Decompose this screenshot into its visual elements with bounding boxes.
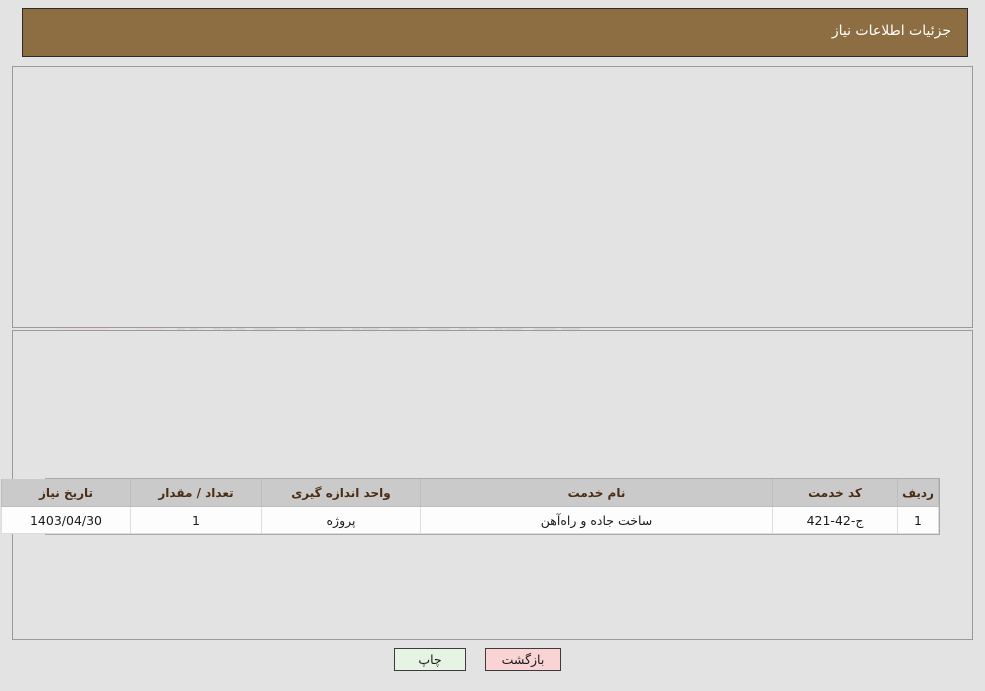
services-table: ردیف کد خدمت نام خدمت واحد اندازه گیری ت… — [1, 479, 939, 534]
cell-code: ج-42-421 — [772, 506, 898, 534]
print-button[interactable]: چاپ — [394, 648, 466, 671]
col-header-unit: واحد اندازه گیری — [261, 479, 421, 507]
col-header-row: ردیف — [897, 479, 939, 507]
back-button[interactable]: بازگشت — [485, 648, 561, 671]
cell-name: ساخت جاده و راه‌آهن — [420, 506, 773, 534]
page-title: جزئیات اطلاعات نیاز — [831, 23, 951, 39]
col-header-name: نام خدمت — [420, 479, 773, 507]
table-header-row: ردیف کد خدمت نام خدمت واحد اندازه گیری ت… — [1, 479, 939, 507]
cell-row: 1 — [897, 506, 939, 534]
col-header-qty: تعداد / مقدار — [130, 479, 262, 507]
page-header-bar: جزئیات اطلاعات نیاز — [22, 8, 968, 57]
col-header-code: کد خدمت — [772, 479, 898, 507]
cell-qty: 1 — [130, 506, 262, 534]
services-table-wrapper: ردیف کد خدمت نام خدمت واحد اندازه گیری ت… — [1, 478, 940, 535]
col-header-date: تاریخ نیاز — [1, 479, 131, 507]
cell-date: 1403/04/30 — [1, 506, 131, 534]
request-info-panel — [12, 66, 973, 328]
cell-unit: پروژه — [261, 506, 421, 534]
table-row: 1 ج-42-421 ساخت جاده و راه‌آهن پروژه 1 1… — [1, 506, 939, 534]
